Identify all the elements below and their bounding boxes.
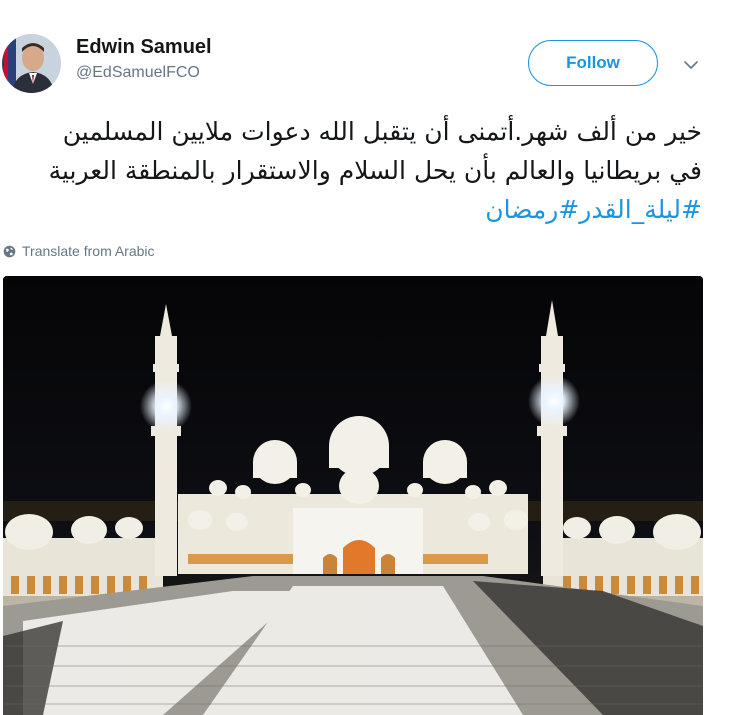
chevron-down-icon[interactable]: [680, 54, 702, 76]
hashtag-link[interactable]: #رمضان: [485, 195, 579, 224]
tweet-photo[interactable]: [3, 276, 703, 715]
author-name[interactable]: Edwin Samuel: [76, 36, 212, 59]
follow-button[interactable]: Follow: [528, 40, 658, 86]
globe-icon: [3, 245, 16, 257]
tweet-line: خير من ألف شهر.أتمنى أن يتقبل الله دعوات…: [62, 117, 702, 146]
avatar[interactable]: [2, 34, 61, 93]
translate-label: Translate from Arabic: [22, 243, 155, 259]
tweet-header: Edwin Samuel @EdSamuelFCO Follow: [0, 0, 729, 100]
tweet-text: خير من ألف شهر.أتمنى أن يتقبل الله دعوات…: [8, 112, 702, 229]
mosque-photo: [3, 276, 703, 715]
tweet-hashtags-line: #ليلة_القدر#رمضان: [8, 190, 702, 229]
author-handle[interactable]: @EdSamuelFCO: [76, 64, 200, 82]
hashtag-link[interactable]: #ليلة_القدر: [579, 195, 702, 224]
translate-link[interactable]: Translate from Arabic: [3, 243, 155, 259]
tweet-line: في بريطانيا والعالم بأن يحل السلام والاس…: [48, 156, 702, 185]
